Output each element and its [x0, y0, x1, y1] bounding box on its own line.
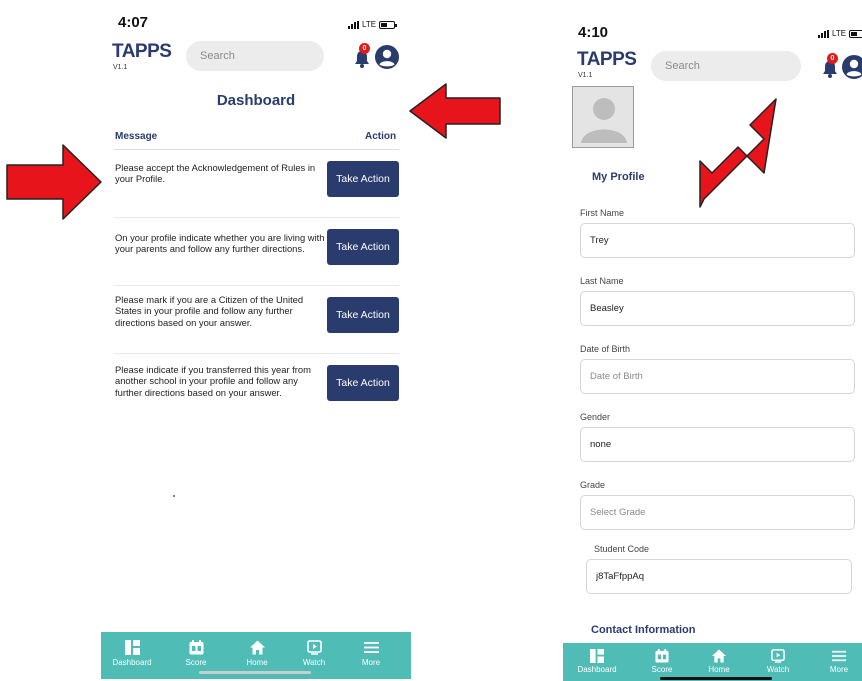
- date-of-birth-field[interactable]: Date of Birth: [580, 359, 855, 394]
- section-title-my-profile: My Profile: [592, 171, 645, 183]
- signal-icon: [348, 20, 359, 29]
- tab-label: Dashboard: [577, 665, 617, 674]
- date-of-birth-label: Date of Birth: [580, 344, 631, 354]
- student-code-label: Student Code: [594, 544, 650, 554]
- tab-label: More: [361, 658, 381, 667]
- watch-icon: [771, 649, 785, 663]
- message-text: Please mark if you are a Citizen of the …: [115, 294, 304, 328]
- more-icon: [832, 650, 846, 662]
- column-header-action: Action: [365, 131, 397, 142]
- carrier-label: LTE: [362, 20, 377, 29]
- annotation-arrow-right: [6, 144, 102, 220]
- take-action-button[interactable]: Take Action: [327, 365, 399, 401]
- watch-icon: [306, 640, 322, 655]
- page-title: Dashboard: [216, 92, 296, 109]
- message-text: Please accept the Acknowledgement of Rul…: [115, 162, 316, 185]
- app-logo: TAPPS: [112, 41, 172, 62]
- table-row: On your profile indicate whether you are…: [114, 218, 399, 286]
- grade-select[interactable]: Select Grade: [580, 495, 855, 530]
- grade-label: Grade: [580, 480, 606, 490]
- annotation-arrow-left: [409, 83, 501, 139]
- status-time: 4:10: [578, 24, 609, 41]
- section-title-contact-information: Contact Information: [591, 624, 696, 636]
- status-icons: LTE: [348, 20, 398, 29]
- tab-label: Home: [246, 658, 268, 667]
- tab-watch[interactable]: Watch: [757, 643, 799, 681]
- notification-badge: 0: [827, 53, 838, 64]
- tab-label: Dashboard: [112, 658, 152, 667]
- search-input[interactable]: Search: [651, 51, 801, 81]
- score-icon: [189, 640, 203, 655]
- dashboard-icon: [124, 640, 140, 655]
- take-action-button[interactable]: Take Action: [327, 161, 399, 197]
- profile-photo[interactable]: [572, 86, 634, 148]
- app-logo: TAPPS: [577, 49, 637, 70]
- dashboard-icon: [590, 649, 604, 663]
- table-row: Please mark if you are a Citizen of the …: [114, 286, 399, 354]
- bottom-tab-bar: Dashboard Score Home Watch More: [101, 632, 411, 679]
- status-bar: 4:10 LTE: [563, 16, 862, 41]
- search-input[interactable]: Search: [186, 41, 324, 71]
- app-version: V1.1: [113, 64, 128, 71]
- bottom-tab-bar: Dashboard Score Home Watch More: [563, 643, 862, 681]
- home-indicator: [199, 671, 311, 674]
- table-row: Please indicate if you transferred this …: [114, 354, 399, 422]
- tab-home[interactable]: Home: [699, 643, 739, 681]
- status-icons: LTE: [818, 29, 862, 38]
- tab-label: Score: [651, 665, 673, 674]
- table-row: Please accept the Acknowledgement of Rul…: [114, 150, 399, 218]
- carrier-label: LTE: [832, 29, 847, 38]
- dashboard-screen: 4:07 LTE TAPPS V1.1 Search 0 Dashboard M…: [101, 8, 411, 680]
- battery-icon: [849, 29, 862, 38]
- first-name-label: First Name: [580, 208, 625, 218]
- more-icon: [363, 642, 379, 653]
- take-action-button[interactable]: Take Action: [327, 229, 399, 265]
- tab-label: Score: [185, 658, 207, 667]
- gender-field[interactable]: none: [580, 427, 855, 462]
- notification-badge: 0: [359, 43, 370, 54]
- first-name-field[interactable]: Trey: [580, 223, 855, 258]
- take-action-button[interactable]: Take Action: [327, 297, 399, 333]
- signal-icon: [818, 29, 829, 38]
- profile-icon[interactable]: [841, 54, 862, 80]
- annotation-arrow-down-left: [699, 98, 777, 208]
- profile-icon[interactable]: [374, 44, 400, 70]
- student-code-field[interactable]: j8TaFfppAq: [586, 559, 852, 594]
- battery-icon: [379, 20, 398, 29]
- tab-label: Home: [708, 665, 730, 674]
- message-text: On your profile indicate whether you are…: [115, 232, 325, 255]
- gender-label: Gender: [580, 412, 611, 422]
- tab-more[interactable]: More: [819, 643, 859, 681]
- tab-label: Watch: [302, 658, 326, 667]
- last-name-label: Last Name: [580, 276, 624, 286]
- tab-label: More: [829, 665, 849, 674]
- status-time: 4:07: [118, 14, 149, 31]
- tab-more[interactable]: More: [351, 632, 391, 679]
- tab-score[interactable]: Score: [641, 643, 683, 681]
- tab-dashboard[interactable]: Dashboard: [573, 643, 621, 681]
- status-bar: 4:07 LTE: [101, 8, 411, 32]
- home-icon: [712, 649, 726, 663]
- last-name-field[interactable]: Beasley: [580, 291, 855, 326]
- home-icon: [249, 640, 265, 655]
- app-version: V1.1: [578, 72, 593, 79]
- avatar-placeholder-icon: [581, 98, 627, 143]
- tab-dashboard[interactable]: Dashboard: [108, 632, 156, 679]
- home-indicator: [660, 677, 772, 680]
- message-text: Please indicate if you transferred this …: [115, 364, 311, 398]
- score-icon: [655, 649, 669, 663]
- tab-label: Watch: [766, 665, 790, 674]
- loading-dot: [173, 495, 175, 497]
- column-header-message: Message: [115, 131, 158, 142]
